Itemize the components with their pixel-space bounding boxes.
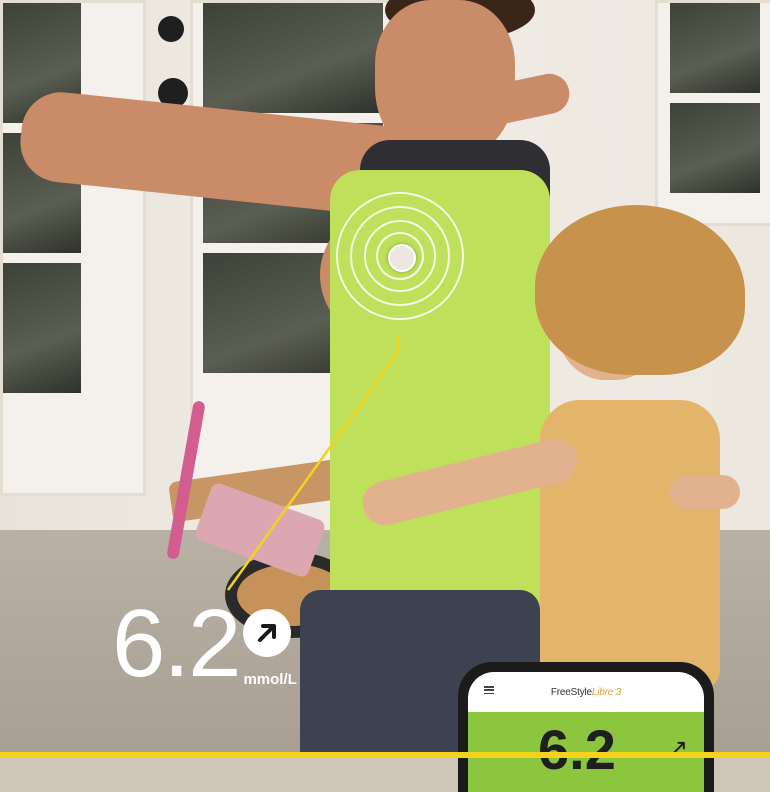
app-header: FreeStyleLibre 3 [468,672,704,712]
phone-screen: FreeStyleLibre 3 6.2 ↗ [468,672,704,792]
phone-glucose-value: 6.2 [538,718,616,781]
app-title-suffix: 3 [613,686,622,698]
glucose-reading: 6.2 mmol/L [112,590,297,697]
trend-arrow-up-right-icon [243,609,292,657]
glucose-unit: mmol/L [243,671,297,688]
phone-trend-arrow-icon: ↗ [668,735,689,762]
hamburger-menu-icon[interactable] [484,686,494,694]
app-title-brand: Libre [591,686,614,698]
bottom-accent-bar [0,752,770,758]
app-title: FreeStyleLibre 3 [468,687,704,698]
app-title-prefix: FreeStyle [550,686,592,698]
glucose-value: 6.2 [112,590,241,697]
reading-meta: mmol/L [243,609,297,690]
smartphone: FreeStyleLibre 3 6.2 ↗ [458,662,714,792]
